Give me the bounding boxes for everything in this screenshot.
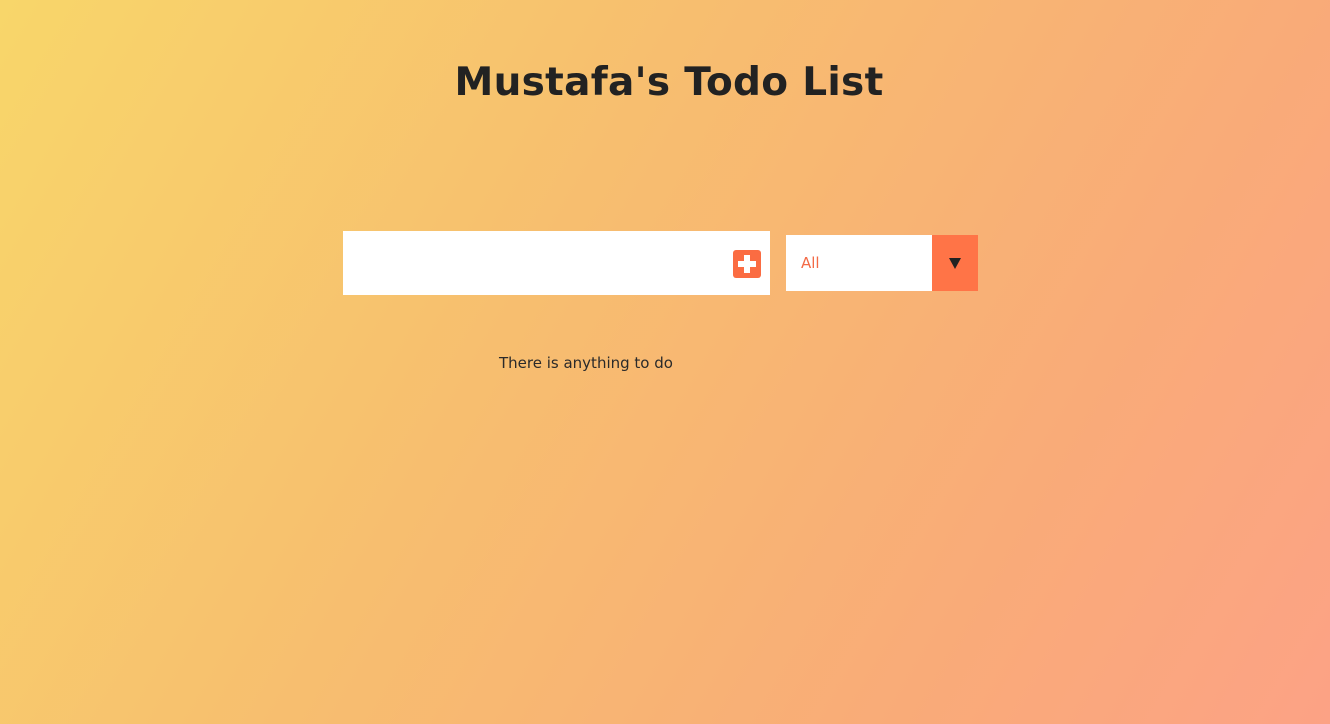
todo-input[interactable] <box>343 231 723 295</box>
caret-down-icon <box>949 258 961 269</box>
filter-dropdown-button[interactable] <box>932 235 978 291</box>
todo-form <box>343 231 770 295</box>
filter-selected-value: All <box>801 254 820 272</box>
page-title: Mustafa's Todo List <box>454 60 884 105</box>
add-todo-button[interactable] <box>733 250 761 278</box>
empty-list-message: There is anything to do <box>499 354 673 372</box>
filter-select[interactable]: All <box>786 235 978 291</box>
